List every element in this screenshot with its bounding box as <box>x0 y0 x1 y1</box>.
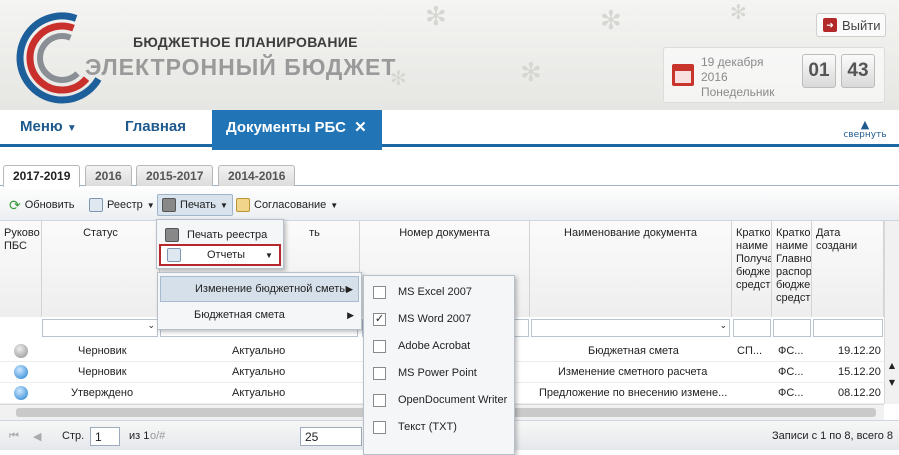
date-filter[interactable] <box>813 319 883 337</box>
format-option[interactable]: ✓ MS Word 2007 <box>364 306 514 332</box>
checkbox[interactable] <box>373 366 386 380</box>
short2-filter[interactable] <box>773 319 811 337</box>
menu-item-budget-estimate[interactable]: Бюджетная смета ▶ <box>160 302 359 328</box>
registry-icon <box>89 198 103 212</box>
toolbar: ⟳ Обновить Реестр ▼ Печать ▼ Согласование ▼ <box>0 189 899 221</box>
app-subtitle: ЭЛЕКТРОННЫЙ БЮДЖЕТ <box>85 54 397 80</box>
column-header[interactable]: Наименование документа <box>530 221 732 317</box>
exit-icon: ➜ <box>823 18 837 32</box>
menu-item-budget-change[interactable]: Изменение бюджетной сметы ▶ <box>160 276 359 302</box>
checkbox[interactable] <box>373 393 386 407</box>
checkbox[interactable] <box>373 339 386 353</box>
registry-button[interactable]: Реестр ▼ <box>84 194 160 216</box>
year-tabs: 2017-2019 2016 2015-2017 2014-2016 <box>0 160 899 187</box>
column-header[interactable]: Кратко наиме Главно распор бюдже средст <box>772 221 812 317</box>
exit-label: Выйти <box>842 17 881 33</box>
date-panel: 19 декабря 2016 Понедельник 01 43 <box>663 47 885 103</box>
checkbox[interactable] <box>373 420 386 434</box>
app-title: БЮДЖЕТНОЕ ПЛАНИРОВАНИЕ <box>133 34 358 50</box>
page-size-select[interactable]: 25 <box>300 427 362 446</box>
date-text: 19 декабря 2016 Понедельник <box>701 55 775 99</box>
records-count: Записи с 1 по 8, всего 8 <box>772 430 894 442</box>
reports-menu: Изменение бюджетной сметы ▶ Бюджетная см… <box>157 272 362 330</box>
status-dot-icon <box>14 365 28 379</box>
format-option[interactable]: MS Power Point <box>364 360 514 386</box>
tab-year[interactable]: 2014-2016 <box>218 165 296 186</box>
checkbox[interactable] <box>373 285 386 299</box>
column-header[interactable]: Руково ПБС <box>0 221 42 317</box>
nav-home[interactable]: Главная <box>125 118 186 135</box>
scroll-down-icon[interactable]: ▼ <box>885 378 899 387</box>
collapse-button[interactable]: ▲ свернуть <box>841 118 889 140</box>
status-dot-icon <box>14 344 28 358</box>
refresh-icon: ⟳ <box>9 196 21 213</box>
main-nav: Меню ▼ Главная Документы РБС ✕ <box>0 110 899 150</box>
snowflake-icon: ✻ <box>730 0 747 24</box>
checkbox[interactable]: ✓ <box>373 312 386 326</box>
chevron-down-icon: ⌄ <box>719 321 727 331</box>
chevron-down-icon: ▼ <box>330 200 339 210</box>
refresh-button[interactable]: ⟳ Обновить <box>4 194 80 216</box>
clock-minutes: 43 <box>841 54 875 88</box>
page-input[interactable]: 1 <box>90 427 120 446</box>
app-header: ✻ ✻ ✻ ✻ ✻ БЮДЖЕТНОЕ ПЛАНИРОВАНИЕ ЭЛЕКТРО… <box>0 0 899 110</box>
column-header[interactable]: Дата создани <box>812 221 884 317</box>
snowflake-icon: ✻ <box>425 2 447 32</box>
menu-item-reports[interactable]: Отчеты ▼ <box>159 244 281 266</box>
chevron-right-icon: ▶ <box>347 309 354 320</box>
chevron-down-icon: ▼ <box>265 250 273 260</box>
report-icon <box>167 248 181 262</box>
format-option[interactable]: Adobe Acrobat <box>364 333 514 359</box>
format-option[interactable]: OpenDocument Writer <box>364 387 514 413</box>
short1-filter[interactable] <box>733 319 771 337</box>
column-header[interactable]: Статус <box>42 221 160 317</box>
name-filter[interactable]: ⌄ <box>531 319 730 337</box>
scroll-up-icon[interactable]: ▲ <box>885 361 899 370</box>
chevron-down-icon: ⌄ <box>147 321 155 331</box>
chevron-up-icon: ▲ <box>860 118 870 131</box>
printer-icon <box>162 198 176 212</box>
first-page-icon[interactable]: ⏮ <box>9 430 19 443</box>
chevron-down-icon: ▼ <box>66 123 77 134</box>
format-option[interactable]: MS Excel 2007 <box>364 279 514 305</box>
tab-year[interactable]: 2016 <box>85 165 132 186</box>
snowflake-icon: ✻ <box>520 58 542 88</box>
printer-icon <box>165 228 179 242</box>
format-menu: MS Excel 2007 ✓ MS Word 2007 Adobe Acroba… <box>363 275 515 455</box>
vertical-scrollbar[interactable]: ▲ ▼ <box>884 221 899 404</box>
tab-documents-rbs[interactable]: Документы РБС ✕ <box>212 110 382 150</box>
approval-button[interactable]: Согласование ▼ <box>231 194 343 216</box>
chevron-right-icon: ▶ <box>346 283 353 294</box>
nav-menu[interactable]: Меню ▼ <box>20 118 77 135</box>
snowflake-icon: ✻ <box>600 6 622 36</box>
print-button[interactable]: Печать ▼ <box>157 194 233 216</box>
status-filter[interactable]: ⌄ <box>42 319 158 337</box>
approval-icon <box>236 198 250 212</box>
clock-hours: 01 <box>802 54 836 88</box>
calendar-icon <box>672 64 694 86</box>
format-option[interactable]: Текст (TXT) <box>364 414 514 440</box>
prev-page-icon[interactable]: ◀ <box>33 430 41 443</box>
tab-year[interactable]: 2017-2019 <box>3 165 81 187</box>
chevron-down-icon: ▼ <box>220 200 228 210</box>
close-icon[interactable]: ✕ <box>354 119 367 136</box>
tab-year[interactable]: 2015-2017 <box>136 165 214 186</box>
column-header[interactable]: Кратко наиме Получа бюдже средст <box>732 221 772 317</box>
print-menu: Печать реестра Отчеты ▼ <box>156 219 284 269</box>
chevron-down-icon: ▼ <box>146 200 155 210</box>
exit-button[interactable]: ➜ Выйти <box>816 13 886 37</box>
status-dot-icon <box>14 386 28 400</box>
